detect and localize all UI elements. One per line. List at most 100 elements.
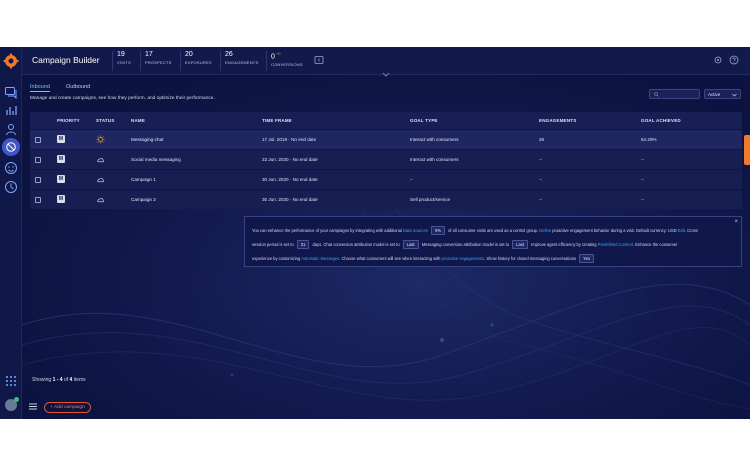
info-line-2: session period is set to 31 days. Chat c… [252, 240, 677, 249]
priority-badge: M [57, 155, 65, 163]
column-header-name[interactable]: NAME [131, 118, 145, 123]
data-sources-link[interactable]: Data Sources [403, 228, 428, 233]
stat-value: 20 [185, 51, 193, 58]
stat-prospects[interactable]: 17 PROSPECTS [140, 51, 171, 71]
apps-grid-icon[interactable] [4, 374, 18, 388]
column-header-goal-achieved[interactable]: GOAL ACHIEVED [641, 118, 681, 123]
info-line-3: experience by customizing Automatic Mess… [252, 254, 596, 263]
stat-conversions[interactable]: 0+0 CONVERSIONS [266, 51, 303, 71]
info-text: You can enhance the performance of your … [252, 228, 402, 233]
status-filter-value: Active [708, 92, 721, 97]
feedback-side-tab[interactable] [744, 135, 750, 165]
stat-delta: +0 [275, 51, 281, 56]
history-select[interactable]: Yes [579, 254, 594, 263]
info-text: session period is set to [252, 242, 294, 247]
left-nav-rail [0, 47, 22, 419]
table-row[interactable]: M Campaign 1 30 Jun. 2020 · No end date … [30, 169, 742, 189]
settings-info-panel: × You can enhance the performance of you… [244, 216, 742, 267]
info-text: experience by customizing [252, 256, 301, 261]
messaging-attribution-select[interactable]: Last [512, 240, 528, 249]
proactive-engagements-link[interactable]: proactive engagements [442, 256, 485, 261]
expand-chevron-down-icon[interactable] [382, 72, 390, 77]
row-checkbox[interactable] [35, 157, 41, 163]
nav-agents-icon[interactable] [4, 122, 18, 136]
info-line-1: You can enhance the performance of your … [252, 226, 698, 235]
page-description: Manage and create campaigns, see how the… [30, 96, 215, 101]
cloud-icon [97, 197, 105, 203]
table-row[interactable]: M Social media messaging 23 Jun. 2020 · … [30, 149, 742, 169]
nav-conversations-icon[interactable] [4, 85, 18, 100]
time-frame: 23 Jun. 2020 · No end date [262, 157, 318, 162]
stat-value: 19 [117, 51, 125, 58]
define-link[interactable]: Define [539, 228, 551, 233]
column-header-time-frame[interactable]: TIME FRAME [262, 118, 292, 123]
row-checkbox[interactable] [35, 137, 41, 143]
row-checkbox[interactable] [35, 197, 41, 203]
info-text: . Choose what consumers will see when in… [339, 256, 441, 261]
row-checkbox[interactable] [35, 177, 41, 183]
column-header-engagements[interactable]: ENGAGEMENTS [539, 118, 576, 123]
time-frame: 17 Jul. 2019 · No end date [262, 137, 317, 142]
add-campaign-button[interactable]: + Add campaign [44, 402, 91, 413]
time-frame: 30 Jun. 2020 · No end date [262, 197, 318, 202]
stat-value: 26 [225, 51, 233, 58]
cloud-icon [97, 177, 105, 183]
nav-analytics-icon[interactable] [4, 103, 18, 117]
edit-currency-link[interactable]: Edit [678, 228, 685, 233]
campaign-name[interactable]: Social media messaging [131, 157, 181, 162]
goal-achieved-value: 64.29% [641, 137, 657, 142]
pagination-range: 1 - 4 [52, 377, 63, 383]
top-header: Campaign Builder 19 VISITS 17 PROSPECTS … [22, 47, 750, 75]
user-avatar[interactable] [5, 397, 19, 411]
engagements-value: -- [539, 157, 543, 162]
nav-campaigns-icon[interactable] [2, 138, 20, 156]
tab-inbound[interactable]: Inbound [30, 84, 50, 92]
column-header-priority[interactable]: PRIORITY [57, 118, 80, 123]
pagination-prefix: Showing [32, 377, 52, 383]
nav-automation-icon[interactable] [4, 180, 18, 194]
stat-label: VISITS [117, 60, 131, 65]
stat-engagements[interactable]: 26 ENGAGEMENTS [220, 51, 258, 71]
settings-gear-icon[interactable] [713, 55, 723, 65]
info-text: proactive engagement behavior during a v… [552, 228, 677, 233]
campaign-name[interactable]: Messaging-chat [131, 137, 163, 142]
goal-achieved-value: -- [641, 177, 645, 182]
page-title: Campaign Builder [32, 55, 100, 65]
stat-label: CONVERSIONS [271, 62, 303, 68]
session-period-select[interactable]: 31 [296, 240, 310, 249]
engagements-value: 26 [539, 137, 545, 142]
pagination-middle: of [63, 377, 69, 383]
engagements-value: -- [539, 177, 543, 182]
search-icon [654, 92, 659, 97]
column-header-goal-type[interactable]: GOAL TYPE [410, 118, 438, 123]
engagements-value: -- [539, 197, 543, 202]
info-text: . Show history for closed messaging conv… [484, 256, 577, 261]
tab-outbound[interactable]: Outbound [66, 84, 90, 90]
control-group-select[interactable]: 0% [430, 226, 445, 235]
chevron-down-icon [732, 93, 737, 97]
predefined-content-link[interactable]: Predefined Content [598, 242, 633, 247]
campaign-name[interactable]: Campaign 2 [131, 197, 156, 202]
chat-attribution-select[interactable]: Last [402, 240, 419, 249]
help-icon[interactable] [729, 55, 739, 65]
column-header-status[interactable]: STATUS [96, 118, 115, 123]
nav-face-icon[interactable] [4, 161, 18, 175]
table-row[interactable]: M Campaign 2 30 Jun. 2020 · No end date … [30, 189, 742, 209]
automatic-messages-link[interactable]: Automatic Messages [301, 256, 339, 261]
hamburger-menu-icon[interactable] [29, 403, 37, 410]
close-icon[interactable]: × [734, 219, 738, 225]
stat-visits[interactable]: 19 VISITS [112, 51, 131, 71]
stat-label: PROSPECTS [145, 60, 172, 65]
search-input[interactable] [649, 89, 700, 99]
stat-exposures[interactable]: 20 EXPOSURES [180, 51, 212, 71]
info-panel-icon[interactable] [314, 55, 324, 65]
priority-badge: M [57, 175, 65, 183]
stat-value: 0 [271, 53, 275, 61]
status-filter-select[interactable]: Active [704, 89, 741, 99]
campaigns-table: PRIORITY STATUS NAME TIME FRAME GOAL TYP… [30, 112, 742, 209]
info-text: of all consumer visits are used as a con… [447, 228, 539, 233]
table-row[interactable]: M Messaging-chat 17 Jul. 2019 · No end d… [30, 129, 742, 149]
goal-type: -- [410, 177, 414, 182]
campaign-name[interactable]: Campaign 1 [131, 177, 156, 182]
logo-gear-icon[interactable] [3, 53, 19, 69]
